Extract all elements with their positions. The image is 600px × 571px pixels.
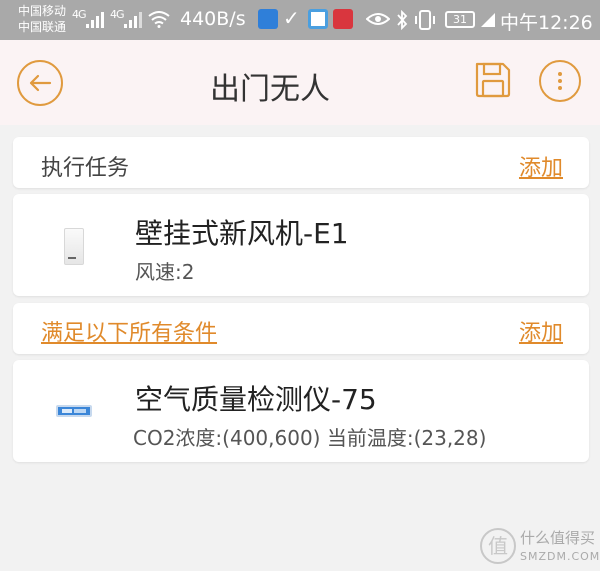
air-quality-monitor-icon: [56, 405, 92, 417]
watermark-text: 什么值得买: [520, 529, 596, 547]
wifi-icon: [148, 11, 170, 28]
task-device-detail: 风速:2: [135, 260, 195, 284]
vibrate-icon: [415, 10, 435, 30]
bluetooth-icon: [397, 10, 408, 30]
status-bar: 中国移动 中国联通 4G 4G 440B/s ✓ 31 中午12:26: [0, 0, 600, 40]
signal-triangle-icon: [481, 13, 495, 27]
condition-item[interactable]: 空气质量检测仪-75 CO2浓度:(400,600) 当前温度:(23,28): [13, 360, 589, 462]
carrier-labels: 中国移动 中国联通: [18, 3, 66, 35]
tasks-section-header: 执行任务 添加: [13, 137, 589, 188]
camera-app-icon: [308, 9, 328, 29]
floppy-disk-icon: [475, 62, 511, 98]
condition-device-name: 空气质量检测仪-75: [135, 383, 377, 416]
add-condition-link[interactable]: 添加: [519, 315, 563, 347]
shield-app-icon: [258, 9, 278, 29]
check-icon: ✓: [283, 6, 300, 30]
conditions-section-label: 满足以下所有条件: [41, 321, 218, 346]
battery-icon: 31: [445, 11, 475, 28]
signal-bars-icon: [86, 12, 104, 28]
app-bar: 出门无人: [0, 40, 600, 125]
watermark-logo-icon: 值: [480, 528, 516, 564]
wall-ventilator-icon: [64, 228, 84, 265]
carrier-1: 中国移动: [18, 4, 67, 18]
conditions-section-header: 满足以下所有条件 添加: [13, 303, 589, 354]
watermark: 值 什么值得买 SMZDM.COM: [476, 522, 600, 571]
save-button[interactable]: [473, 60, 513, 100]
carrier-2: 中国联通: [18, 20, 67, 34]
eye-icon: [366, 13, 390, 25]
signal-2-label: 4G: [110, 8, 124, 21]
network-speed: 440B/s: [180, 8, 246, 30]
page-title: 出门无人: [210, 72, 330, 107]
tasks-section-label: 执行任务: [41, 156, 130, 181]
clock: 中午12:26: [500, 12, 593, 34]
task-device-name: 壁挂式新风机-E1: [135, 217, 349, 250]
more-button[interactable]: [539, 60, 581, 102]
condition-device-detail: CO2浓度:(400,600) 当前温度:(23,28): [133, 426, 487, 450]
signal-1-label: 4G: [72, 8, 86, 21]
more-vertical-icon: [558, 72, 562, 90]
red-app-icon: [333, 9, 353, 29]
watermark-sub: SMZDM.COM: [520, 550, 600, 563]
add-task-link[interactable]: 添加: [519, 150, 563, 182]
task-item[interactable]: 壁挂式新风机-E1 风速:2: [13, 194, 589, 296]
signal-bars-icon: [124, 12, 142, 28]
